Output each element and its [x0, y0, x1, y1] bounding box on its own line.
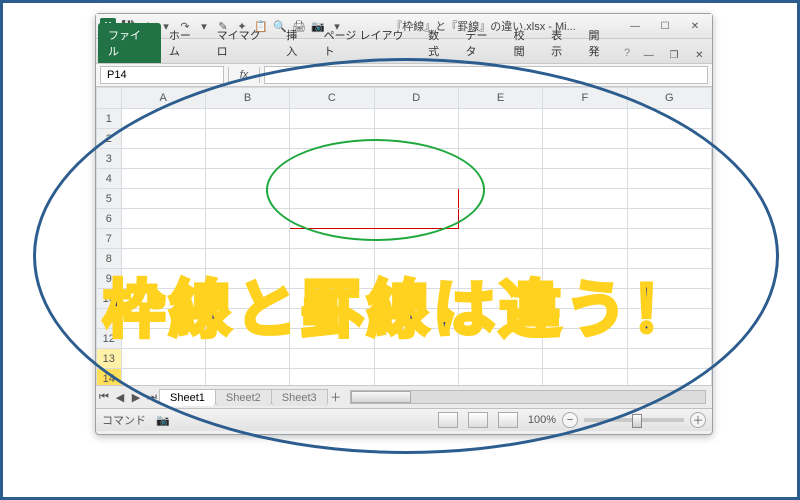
table-row: 7	[97, 229, 712, 249]
sheet-nav-first-icon[interactable]: ⏮	[96, 391, 112, 404]
row-header[interactable]: 13	[97, 349, 122, 369]
cells-table: A B C D E F G 1 2 3 4 5 6 7 8 9 10 11	[96, 87, 712, 385]
row-header[interactable]: 5	[97, 189, 122, 209]
tab-developer[interactable]: 開発	[581, 23, 618, 63]
table-row: 11	[97, 309, 712, 329]
zoom-out-button[interactable]: −	[562, 412, 578, 428]
zoom-slider-thumb[interactable]	[632, 414, 642, 428]
formula-input[interactable]	[264, 66, 708, 84]
col-header[interactable]: E	[458, 88, 542, 109]
worksheet-grid[interactable]: A B C D E F G 1 2 3 4 5 6 7 8 9 10 11	[96, 87, 712, 385]
col-header[interactable]: G	[627, 88, 711, 109]
table-row: 10	[97, 289, 712, 309]
view-pagelayout-icon[interactable]	[468, 412, 488, 428]
table-row: 4	[97, 169, 712, 189]
row-header[interactable]: 9	[97, 269, 122, 289]
horizontal-scrollbar[interactable]	[350, 390, 706, 404]
row-header[interactable]: 10	[97, 289, 122, 309]
sheet-nav-next-icon[interactable]: ▶	[128, 391, 144, 404]
select-all-corner[interactable]	[97, 88, 122, 109]
sheet-nav-prev-icon[interactable]: ◀	[112, 391, 128, 404]
col-header[interactable]: B	[205, 88, 289, 109]
col-header[interactable]: A	[121, 88, 205, 109]
row-header[interactable]: 6	[97, 209, 122, 229]
tab-data[interactable]: データ	[458, 23, 506, 63]
zoom-control: 100% − ＋	[528, 412, 706, 428]
table-row: 12	[97, 329, 712, 349]
tab-home[interactable]: ホーム	[161, 23, 209, 63]
excel-window: X 💾 ↶ ▾ ↷ ▾ ✎ ✦ 📋 🔍 🖨 📷 ▾ 『枠線』と『罫線』の違い.x…	[95, 13, 713, 435]
row-header[interactable]: 11	[97, 309, 122, 329]
name-box[interactable]: P14	[100, 66, 224, 84]
col-header[interactable]: C	[290, 88, 374, 109]
tab-review[interactable]: 校閲	[506, 23, 543, 63]
table-row: 14	[97, 369, 712, 386]
child-restore-button[interactable]: ❐	[661, 47, 686, 63]
tab-insert[interactable]: 挿入	[278, 23, 315, 63]
tab-view[interactable]: 表示	[543, 23, 580, 63]
minimize-button[interactable]: —	[622, 18, 648, 34]
table-row: 2	[97, 129, 712, 149]
macro-record-icon[interactable]: 📷	[156, 414, 170, 427]
table-row: 9	[97, 269, 712, 289]
table-row: 8	[97, 249, 712, 269]
new-sheet-icon[interactable]: ＋	[328, 389, 344, 405]
row-header[interactable]: 3	[97, 149, 122, 169]
sheet-tab-bar: ⏮ ◀ ▶ ⏭ Sheet1 Sheet2 Sheet3 ＋	[96, 385, 712, 408]
table-row: 5	[97, 189, 712, 209]
sheet-tab[interactable]: Sheet2	[215, 389, 272, 406]
table-row: 6	[97, 209, 712, 229]
tab-formulas[interactable]: 数式	[420, 23, 457, 63]
status-mode: コマンド	[102, 412, 146, 428]
col-header[interactable]: D	[374, 88, 458, 109]
zoom-slider[interactable]	[584, 418, 684, 422]
table-row: 3	[97, 149, 712, 169]
row-header[interactable]: 12	[97, 329, 122, 349]
sheet-nav-last-icon[interactable]: ⏭	[144, 391, 160, 404]
row-header[interactable]: 14	[97, 369, 122, 386]
tab-mymacro[interactable]: マイマクロ	[209, 23, 279, 63]
ribbon-tabs: ファイル ホーム マイマクロ 挿入 ページ レイアウト 数式 データ 校閲 表示…	[96, 39, 712, 64]
table-row: 1	[97, 109, 712, 129]
tab-file[interactable]: ファイル	[98, 23, 161, 63]
zoom-in-button[interactable]: ＋	[690, 412, 706, 428]
maximize-button[interactable]: ☐	[652, 18, 678, 34]
view-normal-icon[interactable]	[438, 412, 458, 428]
row-header[interactable]: 1	[97, 109, 122, 129]
sheet-tab[interactable]: Sheet3	[271, 389, 328, 406]
zoom-percent[interactable]: 100%	[528, 414, 556, 426]
child-minimize-button[interactable]: —	[636, 47, 661, 63]
help-icon[interactable]: ?	[618, 43, 636, 63]
close-button[interactable]: ✕	[682, 18, 708, 34]
table-row: 13	[97, 349, 712, 369]
sheet-tab[interactable]: Sheet1	[159, 389, 216, 406]
row-header[interactable]: 8	[97, 249, 122, 269]
status-bar: コマンド 📷 100% − ＋	[96, 408, 712, 431]
row-header[interactable]: 4	[97, 169, 122, 189]
formula-bar: P14 fx	[96, 64, 712, 87]
fx-icon[interactable]: fx	[228, 67, 260, 83]
row-header[interactable]: 2	[97, 129, 122, 149]
tab-pagelayout[interactable]: ページ レイアウト	[316, 23, 420, 63]
scrollbar-thumb[interactable]	[351, 391, 411, 403]
child-close-button[interactable]: ✕	[687, 47, 712, 63]
row-header[interactable]: 7	[97, 229, 122, 249]
col-header[interactable]: F	[543, 88, 627, 109]
view-pagebreak-icon[interactable]	[498, 412, 518, 428]
